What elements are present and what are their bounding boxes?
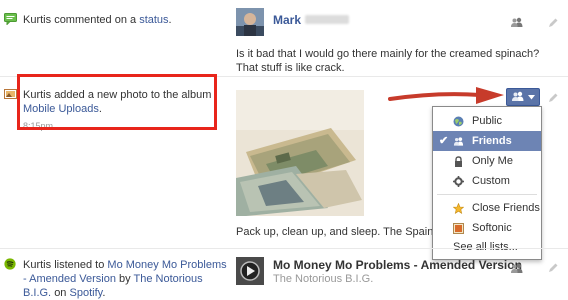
friends-icon <box>453 136 464 147</box>
menu-item-custom[interactable]: Custom <box>433 171 541 191</box>
list-icon <box>453 222 464 234</box>
spotify-icon <box>4 258 17 270</box>
menu-item-label: Close Friends <box>472 202 540 214</box>
menu-item-only-me[interactable]: Only Me <box>433 151 541 171</box>
activity-text: commented on a <box>54 14 137 26</box>
checkmark-icon: ✔ <box>439 135 449 147</box>
activity-text: listened to <box>54 259 105 271</box>
actor-name: Kurtis <box>23 259 52 271</box>
friends-icon <box>510 263 524 276</box>
menu-item-label: Only Me <box>472 155 513 167</box>
blurred-last-name <box>305 15 349 24</box>
friends-icon <box>510 17 524 30</box>
menu-item-label: See all lists... <box>453 241 518 253</box>
chevron-down-icon <box>528 91 535 103</box>
menu-item-see-all-lists[interactable]: See all lists... <box>433 237 541 257</box>
spotify-link[interactable]: Spotify <box>70 287 103 299</box>
audience-selector-button[interactable] <box>508 16 526 30</box>
globe-icon <box>453 116 464 127</box>
menu-separator <box>437 194 537 195</box>
menu-item-friends[interactable]: ✔ Friends <box>433 131 541 151</box>
uploaded-photo[interactable] <box>236 90 364 216</box>
mark-profile-picture[interactable] <box>236 8 264 36</box>
red-arrow <box>388 87 504 104</box>
edit-pencil-icon[interactable] <box>547 17 559 29</box>
menu-item-softonic[interactable]: Softonic <box>433 218 541 238</box>
poster-name-link[interactable]: Mark <box>273 13 301 27</box>
comment-text: Is it bad that I would go there mainly f… <box>236 47 539 75</box>
gear-icon <box>453 175 464 187</box>
menu-item-close-friends[interactable]: Close Friends <box>433 198 541 218</box>
sentence-suffix: . <box>168 14 172 26</box>
menu-item-label: Friends <box>472 135 512 147</box>
highlight-box <box>17 74 217 130</box>
comment-line: That stuff is like crack. <box>236 62 345 74</box>
on-text: on <box>54 287 67 299</box>
audience-selector-button-active[interactable] <box>506 88 540 106</box>
song-artist[interactable]: The Notorious B.I.G. <box>273 273 373 285</box>
photo-icon <box>4 88 17 100</box>
star-list-icon <box>453 202 464 214</box>
edit-pencil-icon[interactable] <box>547 262 559 274</box>
actor-name: Kurtis <box>23 14 52 26</box>
song-title[interactable]: Mo Money Mo Problems - Amended Version <box>273 258 522 272</box>
story-comment-activity: Kurtis commented on a status. <box>4 13 223 27</box>
story-divider <box>0 248 568 249</box>
story-music-activity: Kurtis listened to Mo Money Mo Problems … <box>4 258 233 300</box>
edit-pencil-icon[interactable] <box>547 92 559 104</box>
menu-item-public[interactable]: Public <box>433 111 541 131</box>
friends-icon <box>511 91 525 104</box>
menu-item-label: Custom <box>472 175 510 187</box>
comment-bubble-icon <box>4 13 17 26</box>
sentence-suffix: . <box>102 287 106 299</box>
status-link[interactable]: status <box>139 14 168 26</box>
menu-item-label: Softonic <box>472 222 512 234</box>
menu-item-label: Public <box>472 115 502 127</box>
comment-line: Is it bad that I would go there mainly f… <box>236 48 540 60</box>
album-art-play-button[interactable] <box>236 257 264 285</box>
audience-dropdown-menu: Public ✔ Friends Only Me Custom Close Fr… <box>432 106 542 260</box>
audience-selector-button[interactable] <box>508 262 526 276</box>
lock-icon <box>453 155 464 167</box>
by-text: by <box>119 273 131 285</box>
